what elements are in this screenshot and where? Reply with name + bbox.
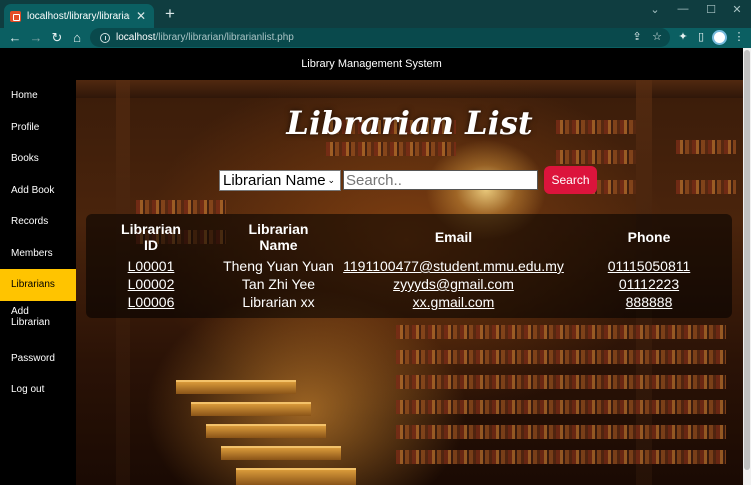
sidebar-item-logout[interactable]: Log out — [0, 374, 76, 406]
sidebar-item-profile[interactable]: Profile — [0, 112, 76, 144]
sidebar-item-books[interactable]: Books — [0, 143, 76, 175]
browser-tab[interactable]: localhost/library/librarian/libraria ✕ — [4, 4, 154, 28]
column-header-name: Librarian Name — [216, 217, 341, 257]
window-close-icon[interactable]: ✕ — [722, 3, 751, 16]
chevron-down-icon: ⌄ — [327, 174, 336, 185]
scrollbar-thumb[interactable] — [744, 50, 750, 470]
cell-name: Tan Zhi Yee — [241, 276, 316, 292]
header-id-line2: ID — [144, 237, 158, 253]
cell-name: Theng Yuan Yuan — [223, 258, 334, 274]
sidebar-item-add-book[interactable]: Add Book — [0, 175, 76, 207]
back-icon[interactable]: ← — [6, 29, 24, 47]
side-panel-icon[interactable]: ▯ — [692, 30, 710, 43]
search-bar: Librarian Name ⌄ Search — [219, 166, 597, 194]
sidebar-item-label: Add — [11, 305, 29, 317]
header-name-line1: Librarian — [248, 221, 309, 237]
reload-icon[interactable]: ↻ — [48, 29, 66, 47]
extensions-icon[interactable]: ✦ — [674, 30, 692, 43]
browser-toolbar: ← → ↻ ⌂ localhost/library/librarian/libr… — [0, 28, 751, 48]
phone-link[interactable]: 01115050811 — [608, 258, 691, 274]
librarian-id-link[interactable]: L00002 — [128, 276, 175, 292]
bookmark-star-icon[interactable]: ☆ — [648, 30, 666, 43]
table-header-row: Librarian ID Librarian Name Email Phone — [86, 217, 732, 257]
cell-phone: 01112223 — [566, 275, 732, 293]
cell-phone: 01115050811 — [566, 257, 732, 275]
tab-title: localhost/library/librarian/libraria — [27, 10, 130, 22]
site-header: Library Management System — [0, 48, 743, 80]
url-host: localhost — [116, 32, 156, 43]
sidebar-item-members[interactable]: Members — [0, 238, 76, 270]
site-info-icon[interactable] — [100, 32, 110, 43]
address-bar[interactable]: localhost/library/librarian/librarianlis… — [90, 28, 670, 47]
cell-id: L00001 — [86, 257, 216, 275]
header-id-line1: Librarian — [121, 221, 181, 237]
html-file-icon — [10, 10, 21, 22]
librarian-table-panel: Librarian ID Librarian Name Email Phone … — [86, 214, 732, 318]
email-link[interactable]: xx.gmail.com — [413, 294, 495, 310]
tab-search-chevron-icon[interactable]: ⌄ — [640, 3, 670, 16]
search-filter-select[interactable]: Librarian Name ⌄ — [219, 169, 341, 191]
menu-kebab-icon[interactable]: ⋮ — [730, 30, 748, 43]
url-path: /library/librarian/librarianlist.php — [155, 32, 294, 43]
browser-tabstrip: localhost/library/librarian/libraria ✕ +… — [0, 0, 751, 28]
librarian-id-link[interactable]: L00006 — [128, 294, 175, 310]
table-row: L00006 Librarian xx xx.gmail.com 888888 — [86, 293, 732, 311]
cell-id: L00002 — [86, 275, 216, 293]
librarian-table: Librarian ID Librarian Name Email Phone … — [86, 217, 732, 311]
email-link[interactable]: zyyyds@gmail.com — [393, 276, 514, 292]
column-header-id: Librarian ID — [86, 217, 216, 257]
new-tab-icon[interactable]: + — [160, 5, 180, 25]
cell-email: 1191100477@student.mmu.edu.my — [341, 257, 566, 275]
search-button[interactable]: Search — [544, 166, 597, 194]
librarian-id-link[interactable]: L00001 — [128, 258, 175, 274]
column-header-phone: Phone — [627, 229, 671, 245]
cell-email: zyyyds@gmail.com — [341, 275, 566, 293]
share-icon[interactable]: ⇪ — [628, 30, 646, 43]
cell-phone: 888888 — [566, 293, 732, 311]
profile-avatar[interactable] — [712, 30, 727, 45]
search-input[interactable] — [343, 170, 538, 190]
cell-name: Librarian xx — [242, 294, 315, 310]
sidebar-item-records[interactable]: Records — [0, 206, 76, 238]
sidebar-nav: Home Profile Books Add Book Records Memb… — [0, 80, 76, 485]
sidebar-item-home[interactable]: Home — [0, 80, 76, 112]
close-icon[interactable]: ✕ — [134, 9, 148, 23]
header-name-line2: Name — [259, 237, 298, 253]
search-filter-value: Librarian Name — [223, 171, 326, 189]
table-row: L00002 Tan Zhi Yee zyyyds@gmail.com 0111… — [86, 275, 732, 293]
minimize-icon[interactable]: — — [668, 3, 698, 15]
table-row: L00001 Theng Yuan Yuan 1191100477@studen… — [86, 257, 732, 275]
home-icon[interactable]: ⌂ — [68, 29, 86, 47]
forward-icon[interactable]: → — [27, 29, 45, 47]
web-page: Library Management System Home Profile B… — [0, 48, 743, 485]
column-header-email: Email — [434, 229, 473, 245]
cell-email: xx.gmail.com — [341, 293, 566, 311]
cell-id: L00006 — [86, 293, 216, 311]
page-title: Librarian List — [286, 104, 533, 142]
sidebar-item-password[interactable]: Password — [0, 343, 76, 375]
page-scrollbar[interactable] — [743, 48, 751, 485]
sidebar-item-label: Librarian — [11, 316, 50, 328]
email-link[interactable]: 1191100477@student.mmu.edu.my — [343, 258, 564, 274]
sidebar-item-librarians[interactable]: Librarians — [0, 269, 76, 301]
sidebar-item-add-librarian[interactable]: Add Librarian — [0, 301, 76, 343]
phone-link[interactable]: 888888 — [626, 294, 673, 310]
main-content: Librarian List Librarian Name ⌄ Search L… — [76, 80, 743, 485]
phone-link[interactable]: 01112223 — [619, 276, 679, 292]
